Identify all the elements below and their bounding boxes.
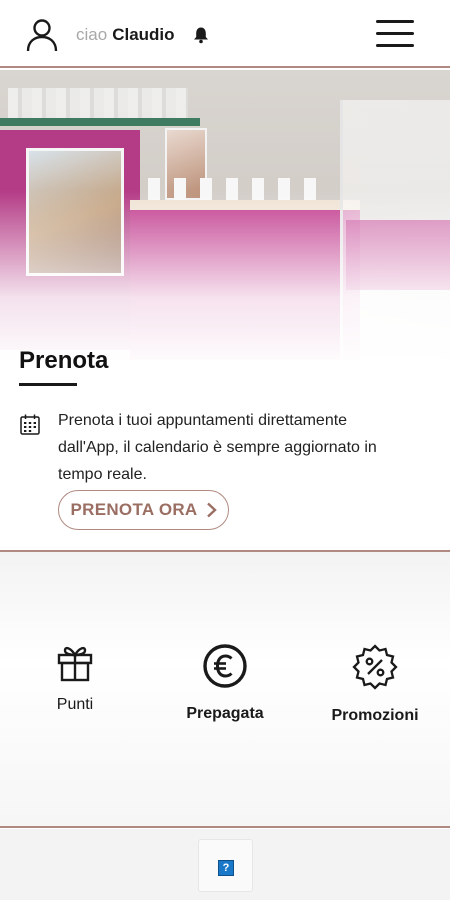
- salon-hero-image: [0, 70, 450, 360]
- hero-shelf-products: [8, 88, 188, 118]
- title-underline: [19, 383, 77, 386]
- help-icon: ?: [218, 860, 234, 876]
- feature-label: Promozioni: [331, 707, 419, 724]
- greeting-text: ciao: [76, 25, 108, 44]
- hero-shelf: [0, 118, 200, 126]
- feature-label: Prepagata: [186, 705, 264, 722]
- chevron-right-icon: [206, 502, 217, 518]
- greeting: ciao Claudio: [76, 25, 175, 45]
- section-title: Prenota: [19, 347, 109, 374]
- prenota-ora-label: PRENOTA ORA: [70, 500, 198, 519]
- section-description: Prenota i tuoi appuntamenti direttamente…: [58, 412, 377, 483]
- gift-icon: [57, 646, 93, 682]
- help-button[interactable]: ?: [198, 839, 253, 892]
- footer-divider: [0, 826, 450, 828]
- hero-fade: [0, 190, 450, 360]
- menu-bar: [376, 20, 414, 23]
- prenota-ora-button[interactable]: PRENOTA ORA: [58, 490, 229, 530]
- bell-icon[interactable]: [192, 26, 210, 44]
- euro-coin-icon: [203, 644, 247, 688]
- hamburger-menu-icon[interactable]: [376, 20, 414, 50]
- menu-bar: [376, 32, 414, 35]
- features-panel: Punti Prepagata Promozioni: [0, 552, 450, 827]
- feature-punti[interactable]: Punti: [20, 644, 130, 714]
- calendar-icon: [20, 414, 40, 435]
- app-header: ciao Claudio: [0, 0, 450, 68]
- feature-promozioni[interactable]: Promozioni: [320, 644, 430, 725]
- feature-label: Punti: [56, 696, 94, 713]
- menu-bar: [376, 44, 414, 47]
- percent-badge-icon: [352, 644, 398, 690]
- user-name: Claudio: [112, 25, 175, 44]
- feature-prepagata[interactable]: Prepagata: [170, 644, 280, 723]
- footer: ?: [0, 829, 450, 900]
- user-icon[interactable]: [26, 18, 58, 52]
